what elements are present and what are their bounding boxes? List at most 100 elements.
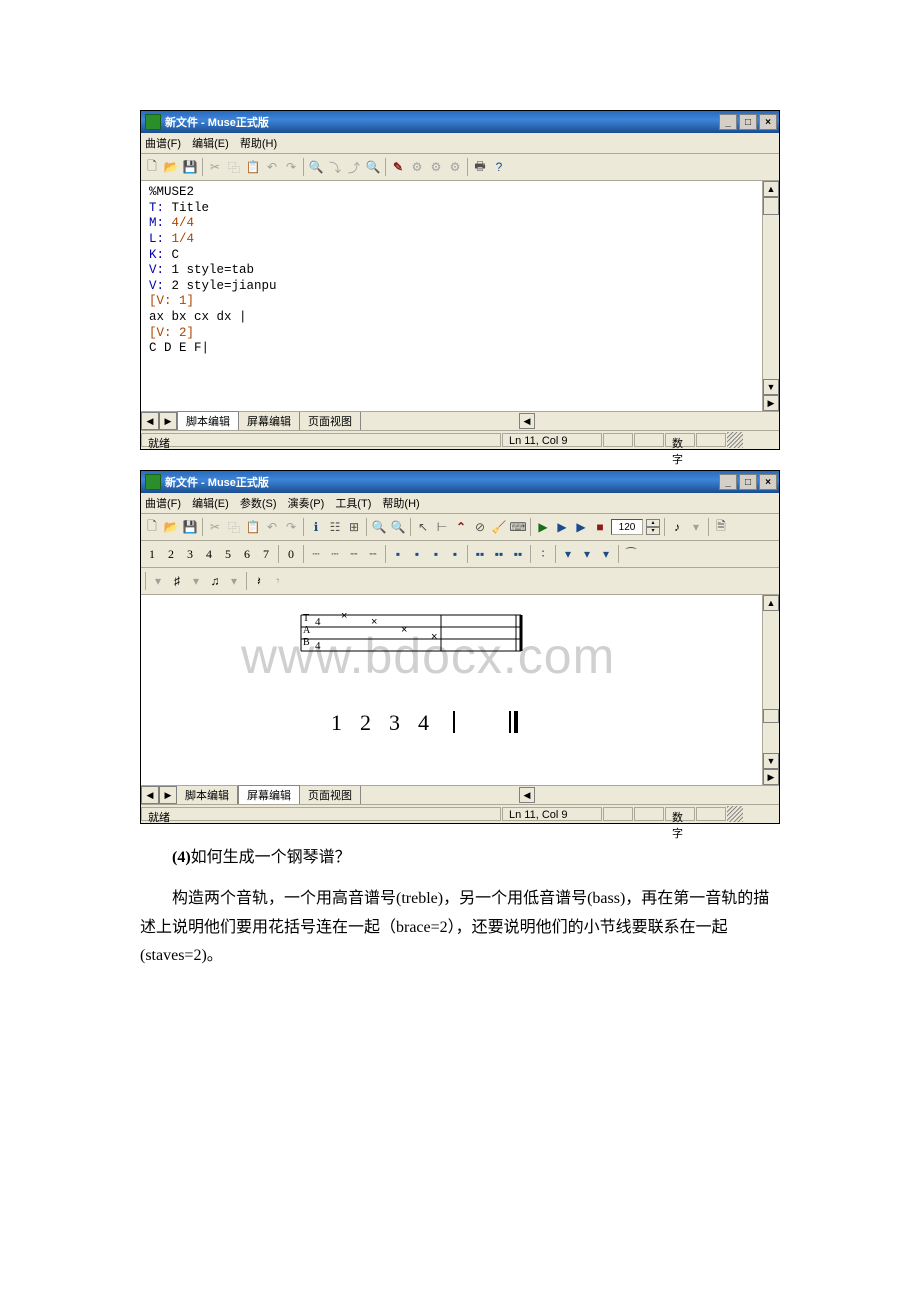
copy-icon[interactable]: ⿻ (226, 159, 242, 175)
rest-icon[interactable]: 𝄽 (251, 573, 267, 589)
page-icon[interactable]: 🗎 (713, 519, 729, 535)
code-editor[interactable]: %MUSE2 T: Title M: 4/4 L: 1/4 K: C V: 1 … (141, 181, 762, 411)
tab-script-edit[interactable]: 脚本编辑 (177, 411, 239, 430)
dur4-icon[interactable]: ▪ (447, 546, 463, 562)
sharp-icon[interactable]: ♯ (169, 573, 185, 589)
num6-button[interactable]: 6 (239, 546, 255, 562)
scroll-thumb[interactable] (763, 709, 779, 723)
tie-icon[interactable]: ⁀ (623, 546, 639, 562)
maximize-button[interactable]: □ (739, 474, 757, 490)
paste-icon[interactable]: 📋 (245, 519, 261, 535)
play3-icon[interactable]: ▶ (573, 519, 589, 535)
scroll-left-arrow[interactable]: ◀ (519, 413, 535, 429)
findprev-icon[interactable]: ⤴ (346, 159, 362, 175)
replace-icon[interactable]: 🔍 (365, 159, 381, 175)
num3-button[interactable]: 3 (182, 546, 198, 562)
zoomin-icon[interactable]: 🔍 (371, 519, 387, 535)
findnext-icon[interactable]: ⤵ (327, 159, 343, 175)
maximize-button[interactable]: □ (739, 114, 757, 130)
beam1-icon[interactable]: ▪▪ (472, 546, 488, 562)
dropdown-icon[interactable]: ▾ (226, 573, 242, 589)
scroll-down-arrow[interactable]: ▼ (763, 379, 779, 395)
keyboard-icon[interactable]: ⌨ (510, 519, 526, 535)
num7-button[interactable]: 7 (258, 546, 274, 562)
dur1-icon[interactable]: ▪ (390, 546, 406, 562)
horizontal-scrollbar[interactable]: ◀ (519, 413, 779, 429)
stop-icon[interactable]: ■ (592, 519, 608, 535)
tab-page-view[interactable]: 页面视图 (300, 786, 361, 804)
tab-prev-button[interactable]: ◀ (141, 412, 159, 430)
undo-icon[interactable]: ↶ (264, 159, 280, 175)
new-icon[interactable]: 🗋 (144, 159, 160, 175)
dropdown-icon[interactable]: ▾ (150, 573, 166, 589)
titlebar[interactable]: 新文件 - Muse正式版 _ □ × (141, 471, 779, 493)
scroll-down-arrow[interactable]: ▼ (763, 753, 779, 769)
close-button[interactable]: × (759, 114, 777, 130)
beam3-icon[interactable]: ▪▪ (510, 546, 526, 562)
menu-help[interactable]: 帮助(H) (382, 498, 419, 510)
metronome-icon[interactable]: ⌃ (453, 519, 469, 535)
beamed-note-icon[interactable]: ♫ (207, 573, 223, 589)
close-button[interactable]: × (759, 474, 777, 490)
tempo-spinner[interactable]: ▴▾ (646, 519, 660, 535)
tempo-input[interactable] (611, 519, 643, 535)
tab-page-view[interactable]: 页面视图 (300, 412, 361, 430)
save-icon[interactable]: 💾 (182, 519, 198, 535)
under1-icon[interactable]: ▾ (560, 546, 576, 562)
under3-icon[interactable]: ▾ (598, 546, 614, 562)
note-icon[interactable]: ♪ (669, 519, 685, 535)
menu-tools[interactable]: 工具(T) (335, 498, 371, 510)
erase-icon[interactable]: 🧹 (491, 519, 507, 535)
info-icon[interactable]: ℹ (308, 519, 324, 535)
insert-icon[interactable]: ⊢ (434, 519, 450, 535)
rest3-icon[interactable]: ╌ (346, 546, 362, 562)
num4-button[interactable]: 4 (201, 546, 217, 562)
dot-icon[interactable]: ∶ (535, 546, 551, 562)
print-icon[interactable]: 🖶 (472, 159, 488, 175)
play2-icon[interactable]: ▶ (554, 519, 570, 535)
scroll-left-arrow[interactable]: ◀ (519, 787, 535, 803)
horizontal-scrollbar[interactable]: ◀ (519, 787, 779, 803)
tab-screen-edit[interactable]: 屏幕编辑 (238, 785, 300, 804)
undo-icon[interactable]: ↶ (264, 519, 280, 535)
menu-help[interactable]: 帮助(H) (240, 138, 277, 150)
menu-file[interactable]: 曲谱(F) (145, 138, 181, 150)
resize-grip[interactable] (727, 432, 743, 448)
help-icon[interactable]: ? (491, 159, 507, 175)
dur3-icon[interactable]: ▪ (428, 546, 444, 562)
vertical-scrollbar[interactable]: ▲ ▼ ▶ (762, 595, 779, 785)
titlebar[interactable]: 新文件 - Muse正式版 _ □ × (141, 111, 779, 133)
copy-icon[interactable]: ⿻ (226, 519, 242, 535)
save-icon[interactable]: 💾 (182, 159, 198, 175)
scroll-right-arrow[interactable]: ▶ (763, 395, 779, 411)
dropdown-icon[interactable]: ▾ (188, 573, 204, 589)
vertical-scrollbar[interactable]: ▲ ▼ ▶ (762, 181, 779, 411)
open-icon[interactable]: 📂 (163, 159, 179, 175)
scroll-up-arrow[interactable]: ▲ (763, 181, 779, 197)
zoomout-icon[interactable]: 🔍 (390, 519, 406, 535)
tab-next-button[interactable]: ▶ (159, 786, 177, 804)
menu-edit[interactable]: 编辑(E) (192, 138, 229, 150)
rest4-icon[interactable]: ╌ (365, 546, 381, 562)
menu-play[interactable]: 演奏(P) (288, 498, 325, 510)
num2-button[interactable]: 2 (163, 546, 179, 562)
scroll-thumb[interactable] (763, 197, 779, 215)
find-icon[interactable]: 🔍 (308, 159, 324, 175)
check-icon[interactable]: ✎ (390, 159, 406, 175)
redo-icon[interactable]: ↷ (283, 519, 299, 535)
paste-icon[interactable]: 📋 (245, 159, 261, 175)
open-icon[interactable]: 📂 (163, 519, 179, 535)
new-icon[interactable]: 🗋 (144, 519, 160, 535)
tab-script-edit[interactable]: 脚本编辑 (177, 786, 238, 804)
tab-prev-button[interactable]: ◀ (141, 786, 159, 804)
cut-icon[interactable]: ✂ (207, 519, 223, 535)
menu-params[interactable]: 参数(S) (240, 498, 277, 510)
under2-icon[interactable]: ▾ (579, 546, 595, 562)
score-preview[interactable]: www.bdocx.com T A B 4 4 × × (141, 595, 762, 785)
rest2-icon[interactable]: ┄ (327, 546, 343, 562)
dropdown-icon[interactable]: ▾ (688, 519, 704, 535)
num5-button[interactable]: 5 (220, 546, 236, 562)
minimize-button[interactable]: _ (719, 114, 737, 130)
resize-grip[interactable] (727, 806, 743, 822)
tool2-icon[interactable]: ⚙ (428, 159, 444, 175)
